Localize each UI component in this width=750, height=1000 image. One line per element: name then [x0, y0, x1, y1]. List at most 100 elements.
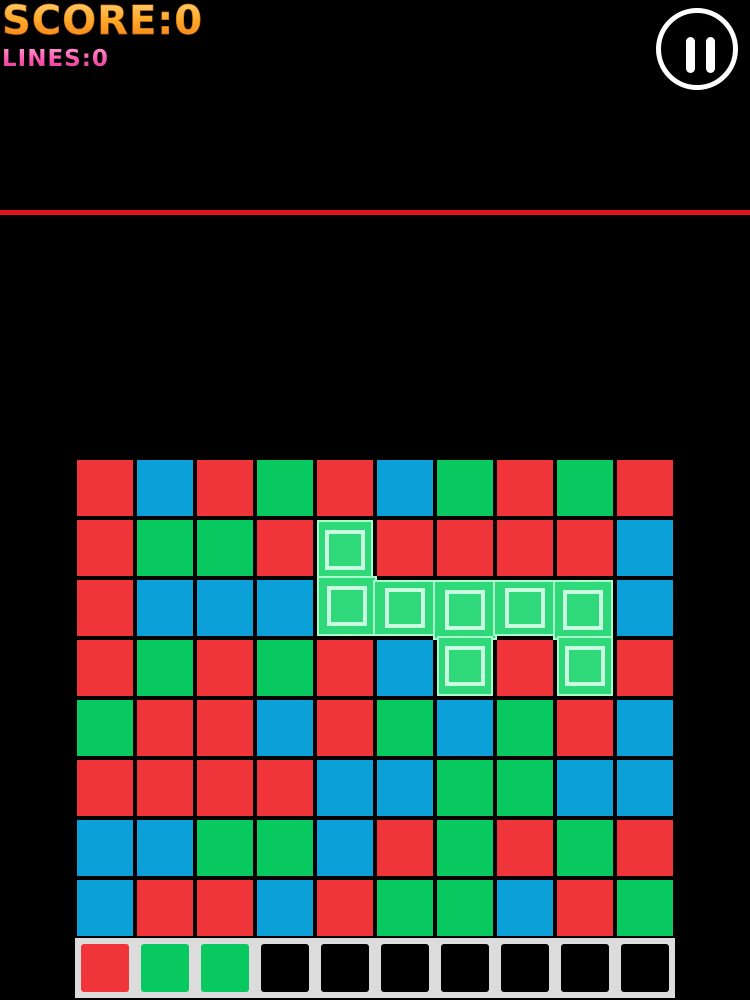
blue-block[interactable]	[617, 520, 673, 576]
red-block[interactable]	[197, 640, 253, 696]
red-block[interactable]	[197, 700, 253, 756]
queue-slot-empty	[561, 944, 609, 992]
selection-marker	[563, 590, 603, 630]
red-block[interactable]	[197, 760, 253, 816]
red-block[interactable]	[497, 820, 553, 876]
red-block[interactable]	[137, 700, 193, 756]
red-block[interactable]	[77, 520, 133, 576]
blue-block[interactable]	[617, 580, 673, 636]
selection-marker	[505, 588, 545, 628]
blue-block[interactable]	[77, 820, 133, 876]
red-block[interactable]	[557, 700, 613, 756]
green-block[interactable]	[497, 760, 553, 816]
red-block[interactable]	[377, 520, 433, 576]
red-block[interactable]	[257, 760, 313, 816]
green-block[interactable]	[437, 880, 493, 936]
blue-block[interactable]	[377, 640, 433, 696]
blue-block[interactable]	[317, 820, 373, 876]
red-block[interactable]	[317, 460, 373, 516]
green-block[interactable]	[257, 640, 313, 696]
highlighted-block[interactable]	[553, 580, 613, 640]
green-block[interactable]	[377, 700, 433, 756]
red-block[interactable]	[377, 820, 433, 876]
red-block[interactable]	[497, 520, 553, 576]
highlighted-block[interactable]	[433, 580, 497, 640]
green-block[interactable]	[377, 880, 433, 936]
green-block[interactable]	[497, 700, 553, 756]
red-block[interactable]	[77, 580, 133, 636]
green-block[interactable]	[137, 640, 193, 696]
next-blocks-queue	[75, 938, 675, 998]
red-block[interactable]	[197, 460, 253, 516]
queue-slot-empty	[381, 944, 429, 992]
green-block[interactable]	[197, 520, 253, 576]
green-block[interactable]	[257, 460, 313, 516]
queue-green-block	[201, 944, 249, 992]
highlighted-block[interactable]	[437, 636, 493, 696]
red-block[interactable]	[437, 520, 493, 576]
green-block[interactable]	[437, 460, 493, 516]
blue-block[interactable]	[317, 760, 373, 816]
blue-block[interactable]	[197, 580, 253, 636]
highlighted-block[interactable]	[493, 580, 557, 636]
lines-display: LINES:0	[2, 46, 109, 72]
highlighted-block[interactable]	[317, 576, 377, 636]
red-block[interactable]	[317, 700, 373, 756]
blue-block[interactable]	[557, 760, 613, 816]
selection-marker	[325, 530, 365, 570]
green-block[interactable]	[557, 820, 613, 876]
green-block[interactable]	[257, 820, 313, 876]
queue-slot-empty	[621, 944, 669, 992]
blue-block[interactable]	[257, 580, 313, 636]
blue-block[interactable]	[137, 580, 193, 636]
queue-slot-empty	[501, 944, 549, 992]
selection-marker	[327, 586, 367, 626]
blue-block[interactable]	[617, 760, 673, 816]
blue-block[interactable]	[377, 760, 433, 816]
blue-block[interactable]	[137, 460, 193, 516]
red-block[interactable]	[617, 460, 673, 516]
red-block[interactable]	[557, 520, 613, 576]
red-block[interactable]	[317, 880, 373, 936]
red-block[interactable]	[77, 460, 133, 516]
green-block[interactable]	[137, 520, 193, 576]
highlighted-block[interactable]	[373, 580, 437, 636]
highlighted-block[interactable]	[557, 636, 613, 696]
pause-icon-bar	[706, 37, 715, 73]
red-block[interactable]	[617, 640, 673, 696]
blue-block[interactable]	[437, 700, 493, 756]
red-block[interactable]	[137, 760, 193, 816]
blue-block[interactable]	[617, 700, 673, 756]
blue-block[interactable]	[77, 880, 133, 936]
blue-block[interactable]	[257, 700, 313, 756]
green-block[interactable]	[617, 880, 673, 936]
red-block[interactable]	[197, 880, 253, 936]
blue-block[interactable]	[137, 820, 193, 876]
red-block[interactable]	[137, 880, 193, 936]
red-block[interactable]	[617, 820, 673, 876]
selection-marker	[445, 646, 485, 686]
green-block[interactable]	[557, 460, 613, 516]
red-block[interactable]	[497, 640, 553, 696]
selection-marker	[385, 588, 425, 628]
pause-button[interactable]	[656, 8, 738, 90]
red-block[interactable]	[257, 520, 313, 576]
green-block[interactable]	[437, 760, 493, 816]
score-display: SCORE:0	[2, 0, 204, 44]
highlighted-block[interactable]	[317, 520, 373, 580]
red-block[interactable]	[77, 640, 133, 696]
blue-block[interactable]	[497, 880, 553, 936]
pause-icon	[686, 37, 695, 73]
green-block[interactable]	[197, 820, 253, 876]
red-block[interactable]	[557, 880, 613, 936]
blue-block[interactable]	[257, 880, 313, 936]
red-block[interactable]	[317, 640, 373, 696]
game-board[interactable]	[75, 458, 675, 938]
red-block[interactable]	[497, 460, 553, 516]
queue-red-block	[81, 944, 129, 992]
blue-block[interactable]	[377, 460, 433, 516]
green-block[interactable]	[437, 820, 493, 876]
selection-marker	[445, 590, 485, 630]
green-block[interactable]	[77, 700, 133, 756]
red-block[interactable]	[77, 760, 133, 816]
